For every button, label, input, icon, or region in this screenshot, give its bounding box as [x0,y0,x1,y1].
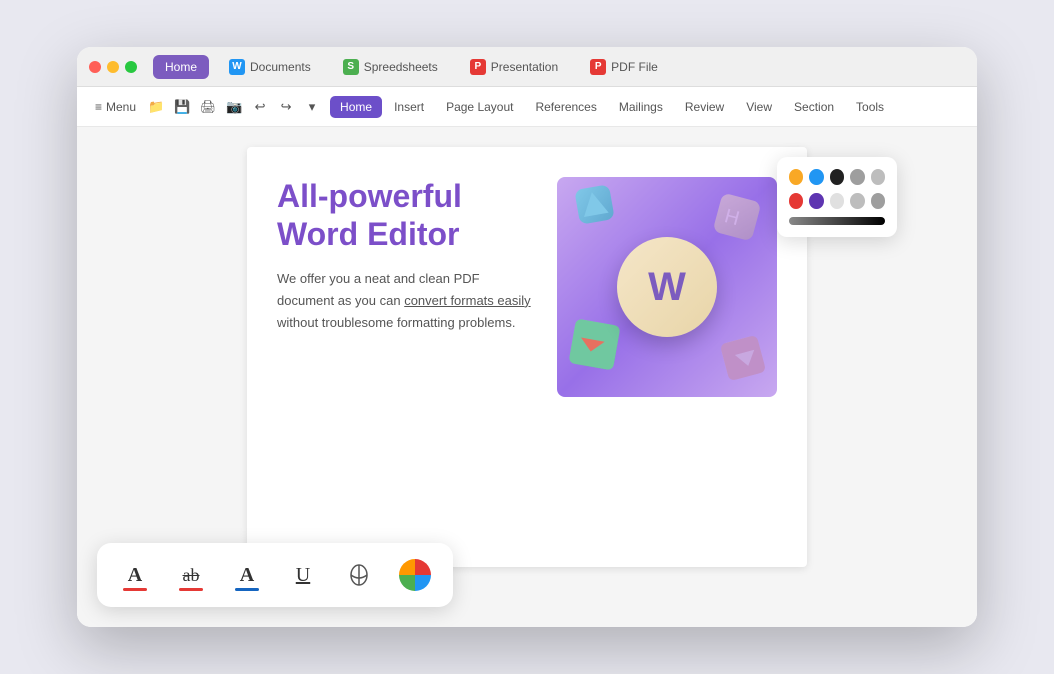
color-gray3[interactable] [871,193,885,209]
hero-title-line2: Word Editor [277,216,460,252]
svg-text:H: H [722,205,742,230]
nav-tab-tools[interactable]: Tools [846,96,894,118]
traffic-lights [89,61,137,73]
toolbar: ≡ Menu 📁 💾 🖨 📷 ↩ ↪ ▾ Home Insert Page La… [77,87,977,127]
text-color-bar [123,588,147,591]
hero-title: All-powerful Word Editor [277,177,533,254]
eraser-icon [345,561,373,589]
nav-references-label: References [535,100,596,114]
tab-spreadsheets-label: Spreedsheets [364,60,438,74]
hero-section: All-powerful Word Editor We offer you a … [277,177,777,397]
nav-tab-home[interactable]: Home [330,96,382,118]
tab-presentation[interactable]: P Presentation [458,54,570,80]
font-underline-button[interactable]: A [229,557,265,593]
hero-image: H W [557,177,777,397]
color-blue[interactable] [809,169,823,185]
nav-tools-label: Tools [856,100,884,114]
dropdown-icon[interactable]: ▾ [300,95,324,119]
nav-review-label: Review [685,100,724,114]
pdf-icon: P [590,59,606,75]
word-logo-circle: W [617,237,717,337]
menu-label: Menu [106,100,136,114]
save-icon[interactable]: 💾 [170,95,194,119]
nav-tab-mailings[interactable]: Mailings [609,96,673,118]
font-underline-bar [235,588,259,591]
minimize-button[interactable] [107,61,119,73]
nav-tab-page-layout[interactable]: Page Layout [436,96,523,118]
nav-tabs: Home Insert Page Layout References Maili… [330,96,894,118]
float-element-3 [568,318,620,370]
nav-tab-section[interactable]: Section [784,96,844,118]
float-element-1: H [713,193,762,242]
nav-section-label: Section [794,100,834,114]
strikethrough-button[interactable]: ab [173,557,209,593]
tab-spreadsheets[interactable]: S Spreedsheets [331,54,450,80]
bottom-toolbar: A ab A U [97,543,453,607]
color-gray[interactable] [850,169,864,185]
title-bar: Home W Documents S Spreedsheets P Presen… [77,47,977,87]
redo-icon[interactable]: ↪ [274,95,298,119]
color-light-gray[interactable] [871,169,885,185]
underline-button[interactable]: U [285,557,321,593]
nav-home-label: Home [340,100,372,114]
tab-documents-label: Documents [250,60,311,74]
menu-button[interactable]: ≡ Menu [89,97,142,117]
camera-icon[interactable]: 📷 [222,95,246,119]
document-area: All-powerful Word Editor We offer you a … [77,127,977,627]
color-row-1 [789,169,885,185]
tab-pdf-label: PDF File [611,60,658,74]
nav-view-label: View [746,100,772,114]
app-window: Home W Documents S Spreedsheets P Presen… [77,47,977,627]
color-purple[interactable] [809,193,823,209]
color-picker-panel [777,157,897,237]
folder-icon[interactable]: 📁 [144,95,168,119]
close-button[interactable] [89,61,101,73]
main-content: All-powerful Word Editor We offer you a … [77,127,977,627]
tab-home-label: Home [165,60,197,74]
color-slider[interactable] [789,217,885,225]
nav-tab-insert[interactable]: Insert [384,96,434,118]
pie-chart-icon [399,559,431,591]
print-icon[interactable]: 🖨 [196,95,220,119]
color-gray2[interactable] [850,193,864,209]
tab-presentation-label: Presentation [491,60,558,74]
nav-mailings-label: Mailings [619,100,663,114]
spreadsheets-icon: S [343,59,359,75]
color-red[interactable] [789,193,803,209]
underline-label: U [296,564,310,587]
documents-icon: W [229,59,245,75]
strikethrough-bar [179,588,203,591]
eraser-button[interactable] [341,557,377,593]
hero-title-line1: All-powerful [277,178,462,214]
undo-icon[interactable]: ↩ [248,95,272,119]
text-color-a-label: A [128,564,142,587]
word-logo-w: W [648,265,686,310]
font-underline-label: A [240,564,254,587]
float-element-4 [720,335,767,382]
color-black[interactable] [830,169,844,185]
tab-pdf[interactable]: P PDF File [578,54,670,80]
nav-tab-view[interactable]: View [736,96,782,118]
hero-text: All-powerful Word Editor We offer you a … [277,177,533,334]
document-page: All-powerful Word Editor We offer you a … [247,147,807,567]
hamburger-icon: ≡ [95,100,102,114]
tab-home[interactable]: Home [153,55,209,79]
underline-text: convert formats easily [404,293,530,308]
pie-chart-button[interactable] [397,557,433,593]
color-row-2 [789,193,885,209]
strikethrough-label: ab [183,565,200,586]
nav-page-layout-label: Page Layout [446,100,513,114]
nav-tab-references[interactable]: References [525,96,606,118]
tab-documents[interactable]: W Documents [217,54,323,80]
float-element-2 [574,184,615,225]
nav-tab-review[interactable]: Review [675,96,734,118]
presentation-icon: P [470,59,486,75]
maximize-button[interactable] [125,61,137,73]
nav-insert-label: Insert [394,100,424,114]
color-silver[interactable] [830,193,844,209]
hero-description: We offer you a neat and clean PDF docume… [277,268,533,334]
text-color-button[interactable]: A [117,557,153,593]
color-yellow[interactable] [789,169,803,185]
